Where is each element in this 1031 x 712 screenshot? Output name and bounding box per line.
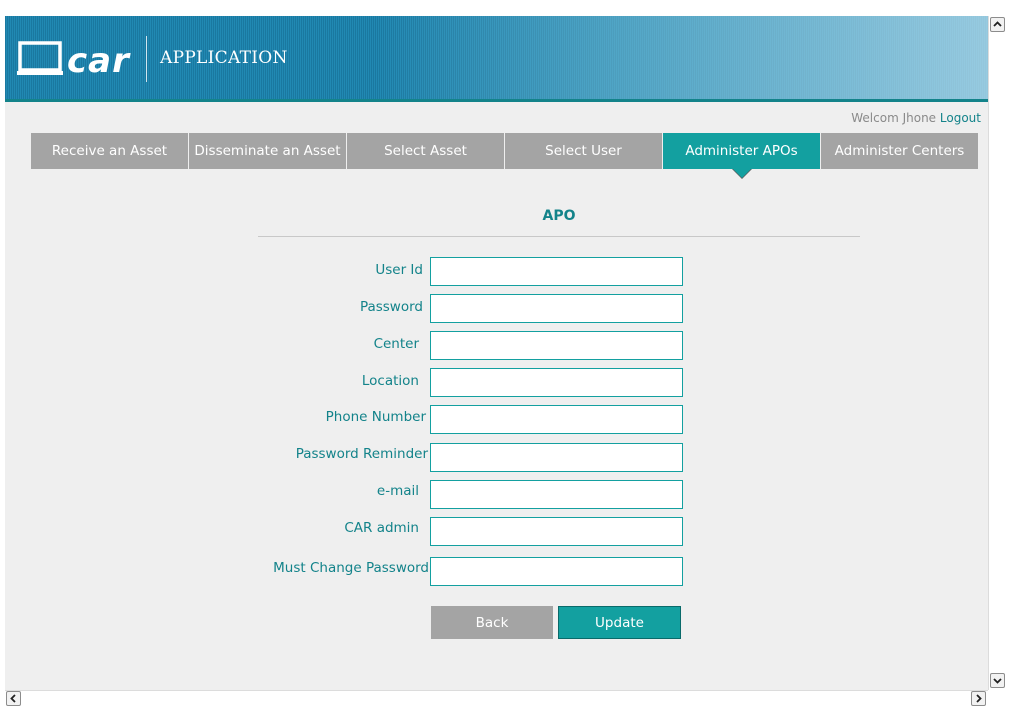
phone-number-input[interactable] bbox=[430, 405, 683, 434]
back-button[interactable]: Back bbox=[431, 606, 553, 639]
logout-link[interactable]: Logout bbox=[940, 111, 981, 125]
car-admin-label: CAR admin bbox=[344, 520, 419, 536]
location-input[interactable] bbox=[430, 368, 683, 397]
center-input[interactable] bbox=[430, 331, 683, 360]
location-label: Location bbox=[361, 373, 419, 389]
tab-select-asset[interactable]: Select Asset bbox=[347, 133, 504, 169]
horizontal-scrollbar[interactable] bbox=[5, 690, 988, 707]
main-nav: Receive an Asset Disseminate an Asset Se… bbox=[31, 133, 979, 179]
phone-number-label: Phone Number bbox=[325, 409, 426, 425]
update-button[interactable]: Update bbox=[558, 606, 681, 639]
vertical-scrollbar[interactable] bbox=[988, 16, 1008, 690]
welcome-bar: Welcom Jhone Logout bbox=[851, 111, 981, 125]
welcome-username: Jhone bbox=[902, 111, 937, 125]
chevron-down-icon[interactable] bbox=[990, 673, 1005, 688]
logo-text: car bbox=[67, 41, 131, 81]
logo-divider bbox=[146, 36, 147, 82]
password-label: Password bbox=[359, 299, 423, 315]
tab-select-user[interactable]: Select User bbox=[505, 133, 662, 169]
car-logo-icon: car bbox=[17, 41, 131, 81]
user-id-label: User Id bbox=[375, 262, 423, 278]
user-id-input[interactable] bbox=[430, 257, 683, 286]
password-reminder-input[interactable] bbox=[430, 443, 683, 472]
email-input[interactable] bbox=[430, 480, 683, 509]
chevron-left-icon[interactable] bbox=[6, 691, 21, 706]
car-admin-input[interactable] bbox=[430, 517, 683, 546]
tab-administer-apos[interactable]: Administer APOs bbox=[663, 133, 820, 179]
app-title: APPLICATION bbox=[160, 48, 288, 68]
tab-disseminate-asset[interactable]: Disseminate an Asset bbox=[189, 133, 346, 169]
password-input[interactable] bbox=[430, 294, 683, 323]
app-viewport: car APPLICATION Welcom Jhone Logout Rece… bbox=[5, 16, 988, 690]
header-divider bbox=[5, 99, 988, 102]
header-banner-image bbox=[375, 16, 988, 99]
center-label: Center bbox=[373, 336, 419, 352]
chevron-right-icon[interactable] bbox=[971, 691, 986, 706]
form-divider bbox=[258, 236, 860, 237]
email-label: e-mail bbox=[376, 483, 419, 499]
app-header: car APPLICATION bbox=[5, 16, 988, 102]
must-change-password-input[interactable] bbox=[430, 557, 683, 586]
tab-receive-asset[interactable]: Receive an Asset bbox=[31, 133, 188, 169]
form-title: APO bbox=[542, 208, 576, 224]
must-change-password-label: Must Change Password bbox=[273, 560, 429, 576]
tab-administer-centers[interactable]: Administer Centers bbox=[821, 133, 978, 169]
password-reminder-label: Password Reminder bbox=[295, 446, 428, 462]
chevron-up-icon[interactable] bbox=[990, 17, 1005, 32]
welcome-greeting: Welcom bbox=[851, 111, 899, 125]
